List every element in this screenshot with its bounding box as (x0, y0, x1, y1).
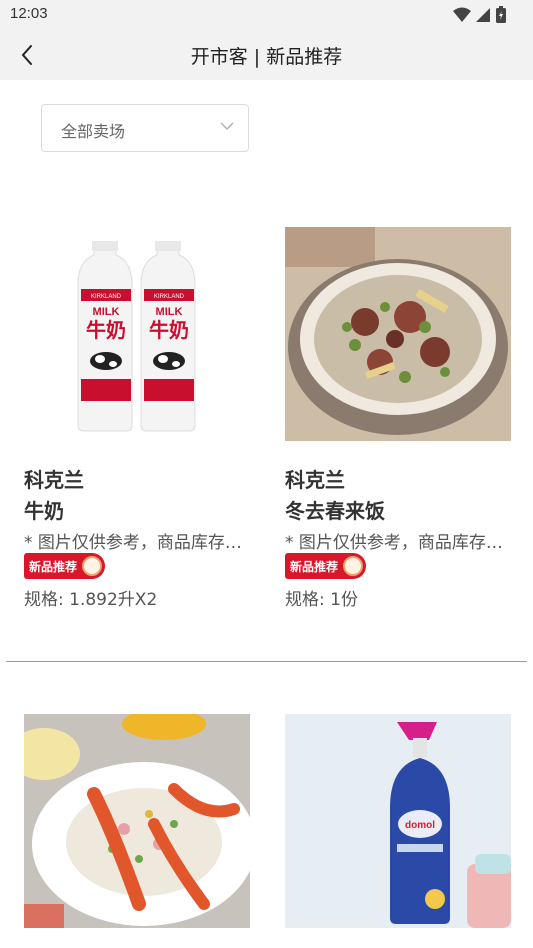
product-name: 牛奶 (24, 499, 64, 523)
svg-text:KIRKLAND: KIRKLAND (154, 294, 185, 300)
product-name: 冬去春来饭 (285, 499, 385, 523)
product-brand: 科克兰 (285, 468, 345, 492)
product-card[interactable] (24, 714, 250, 928)
section-divider (6, 661, 527, 662)
product-brand: 科克兰 (24, 468, 84, 492)
product-card[interactable]: KIRKLAND MILK 牛奶 KIRKLAND MILK 牛奶 科克兰 牛奶… (24, 227, 250, 610)
status-time: 12:03 (10, 5, 48, 22)
medal-icon (343, 556, 363, 576)
svg-text:MILK: MILK (93, 306, 120, 318)
battery-icon (496, 6, 506, 23)
badge-label: 新品推荐 (29, 560, 78, 574)
store-filter-dropdown[interactable]: 全部卖场 (41, 104, 249, 152)
new-product-badge: 新品推荐 (24, 553, 105, 579)
svg-text:MILK: MILK (156, 306, 183, 318)
signal-icon (476, 8, 490, 22)
medal-icon (82, 556, 102, 576)
product-card[interactable]: 科克兰 冬去春来饭 * 图片仅供参考，商品库存及价格以门店为准 新品推荐 规格:… (285, 227, 511, 610)
product-spec: 规格: 1.892升X2 (24, 590, 158, 610)
chevron-down-icon (220, 122, 234, 130)
svg-text:牛奶: 牛奶 (149, 318, 189, 342)
store-filter-value: 全部卖场 (61, 122, 126, 141)
product-disclaimer: * 图片仅供参考，商品库存及价格以门店为准 (24, 533, 250, 553)
product-disclaimer: * 图片仅供参考，商品库存及价格以门店为准 (285, 533, 511, 553)
claypot-rice-image (285, 227, 511, 441)
product-spec: 规格: 1份 (285, 590, 358, 610)
product-image-spray[interactable]: domol (285, 714, 511, 928)
svg-text:牛奶: 牛奶 (86, 318, 126, 342)
svg-text:KIRKLAND: KIRKLAND (91, 294, 122, 300)
wifi-icon (453, 7, 471, 22)
product-card[interactable]: domol (285, 714, 511, 928)
product-image-rice[interactable] (285, 227, 511, 441)
new-product-badge: 新品推荐 (285, 553, 366, 579)
nav-bar: 开市客 | 新品推荐 (0, 30, 533, 80)
status-bar: 12:03 (0, 0, 533, 30)
product-image-salad[interactable] (24, 714, 250, 928)
svg-text:domol: domol (405, 820, 435, 831)
potato-salad-image (24, 714, 250, 928)
badge-label: 新品推荐 (290, 560, 339, 574)
cleaning-spray-image: domol (285, 714, 511, 928)
milk-bottles-image: KIRKLAND MILK 牛奶 KIRKLAND MILK 牛奶 (77, 241, 196, 432)
status-icons (453, 6, 507, 24)
page-title: 开市客 | 新品推荐 (190, 46, 343, 68)
product-image-milk[interactable]: KIRKLAND MILK 牛奶 KIRKLAND MILK 牛奶 (24, 227, 250, 441)
